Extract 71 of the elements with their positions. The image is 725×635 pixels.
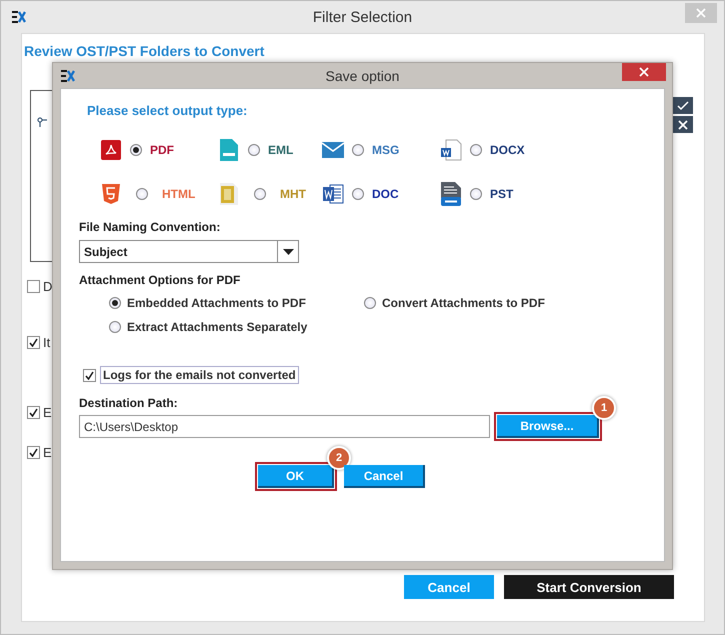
checkbox[interactable] xyxy=(27,280,40,293)
format-label: DOCX xyxy=(490,143,525,157)
checkbox[interactable] xyxy=(27,336,40,349)
checkbox[interactable] xyxy=(83,368,96,382)
check-icon xyxy=(85,370,94,380)
field-label: Destination Path: xyxy=(79,396,178,410)
checkbox-label: E xyxy=(43,445,52,460)
close-icon xyxy=(678,120,688,130)
app-logo-icon xyxy=(61,70,75,82)
select-all-button[interactable] xyxy=(673,97,693,114)
check-icon xyxy=(677,100,689,110)
format-label: DOC xyxy=(372,187,399,201)
ok-button[interactable]: OK xyxy=(258,465,334,488)
check-icon xyxy=(29,448,38,457)
close-button[interactable] xyxy=(622,63,666,81)
radio-button[interactable] xyxy=(109,321,121,333)
section-heading: Review OST/PST Folders to Convert xyxy=(24,43,264,59)
app-logo-icon xyxy=(12,11,26,23)
option-label: Convert Attachments to PDF xyxy=(382,296,545,310)
checkbox-label: It xyxy=(43,335,50,350)
format-label: PDF xyxy=(150,143,174,157)
output-type-prompt: Please select output type: xyxy=(87,103,248,118)
format-label: MSG xyxy=(372,143,400,157)
format-label: EML xyxy=(268,143,294,157)
browse-button[interactable]: Browse... xyxy=(497,415,599,438)
field-label: File Naming Convention: xyxy=(79,220,220,234)
tree-node-icon xyxy=(37,117,47,127)
email-file-icon xyxy=(220,139,238,161)
checkbox-label: D xyxy=(43,279,52,294)
close-icon xyxy=(639,67,649,77)
start-conversion-button[interactable]: Start Conversion xyxy=(504,575,674,599)
html5-shield-icon xyxy=(102,184,120,204)
envelope-icon xyxy=(322,142,344,158)
word-document-icon xyxy=(440,139,462,161)
cancel-button[interactable]: Cancel xyxy=(344,465,425,488)
radio-button[interactable] xyxy=(352,188,364,200)
format-label: PST xyxy=(490,187,514,201)
cancel-button[interactable]: Cancel xyxy=(404,575,494,599)
radio-button[interactable] xyxy=(130,144,142,156)
format-label: HTML xyxy=(162,187,196,201)
step-badge: 2 xyxy=(327,446,351,470)
radio-button[interactable] xyxy=(364,297,376,309)
caret-icon xyxy=(282,248,294,254)
dialog-title: Save option xyxy=(326,68,400,84)
radio-button[interactable] xyxy=(248,144,260,156)
radio-button[interactable] xyxy=(470,188,482,200)
radio-button[interactable] xyxy=(109,297,121,309)
window-title: Filter Selection xyxy=(312,8,412,26)
checkbox-label: E xyxy=(43,405,52,420)
check-icon xyxy=(29,338,38,347)
option-label: Embedded Attachments to PDF xyxy=(127,296,306,310)
pst-file-icon xyxy=(441,182,461,206)
radio-button[interactable] xyxy=(136,188,148,200)
path-field[interactable]: C:\Users\Desktop xyxy=(79,415,490,438)
framed-picture-icon xyxy=(220,183,238,205)
radio-button[interactable] xyxy=(254,188,266,200)
word-document-icon xyxy=(322,184,344,204)
option-label: Extract Attachments Separately xyxy=(127,320,308,334)
check-icon xyxy=(29,408,38,417)
close-icon xyxy=(696,8,706,18)
step-badge: 1 xyxy=(592,396,616,420)
radio-button[interactable] xyxy=(352,144,364,156)
radio-button[interactable] xyxy=(470,144,482,156)
deselect-button[interactable] xyxy=(673,116,693,133)
pdf-icon xyxy=(101,140,121,160)
section-label: Attachment Options for PDF xyxy=(79,273,240,287)
format-label: MHT xyxy=(280,187,306,201)
checkbox[interactable] xyxy=(27,446,40,459)
naming-dropdown[interactable]: Subject xyxy=(79,240,299,263)
checkbox-label: Logs for the emails not converted xyxy=(100,366,299,384)
checkbox[interactable] xyxy=(27,406,40,419)
